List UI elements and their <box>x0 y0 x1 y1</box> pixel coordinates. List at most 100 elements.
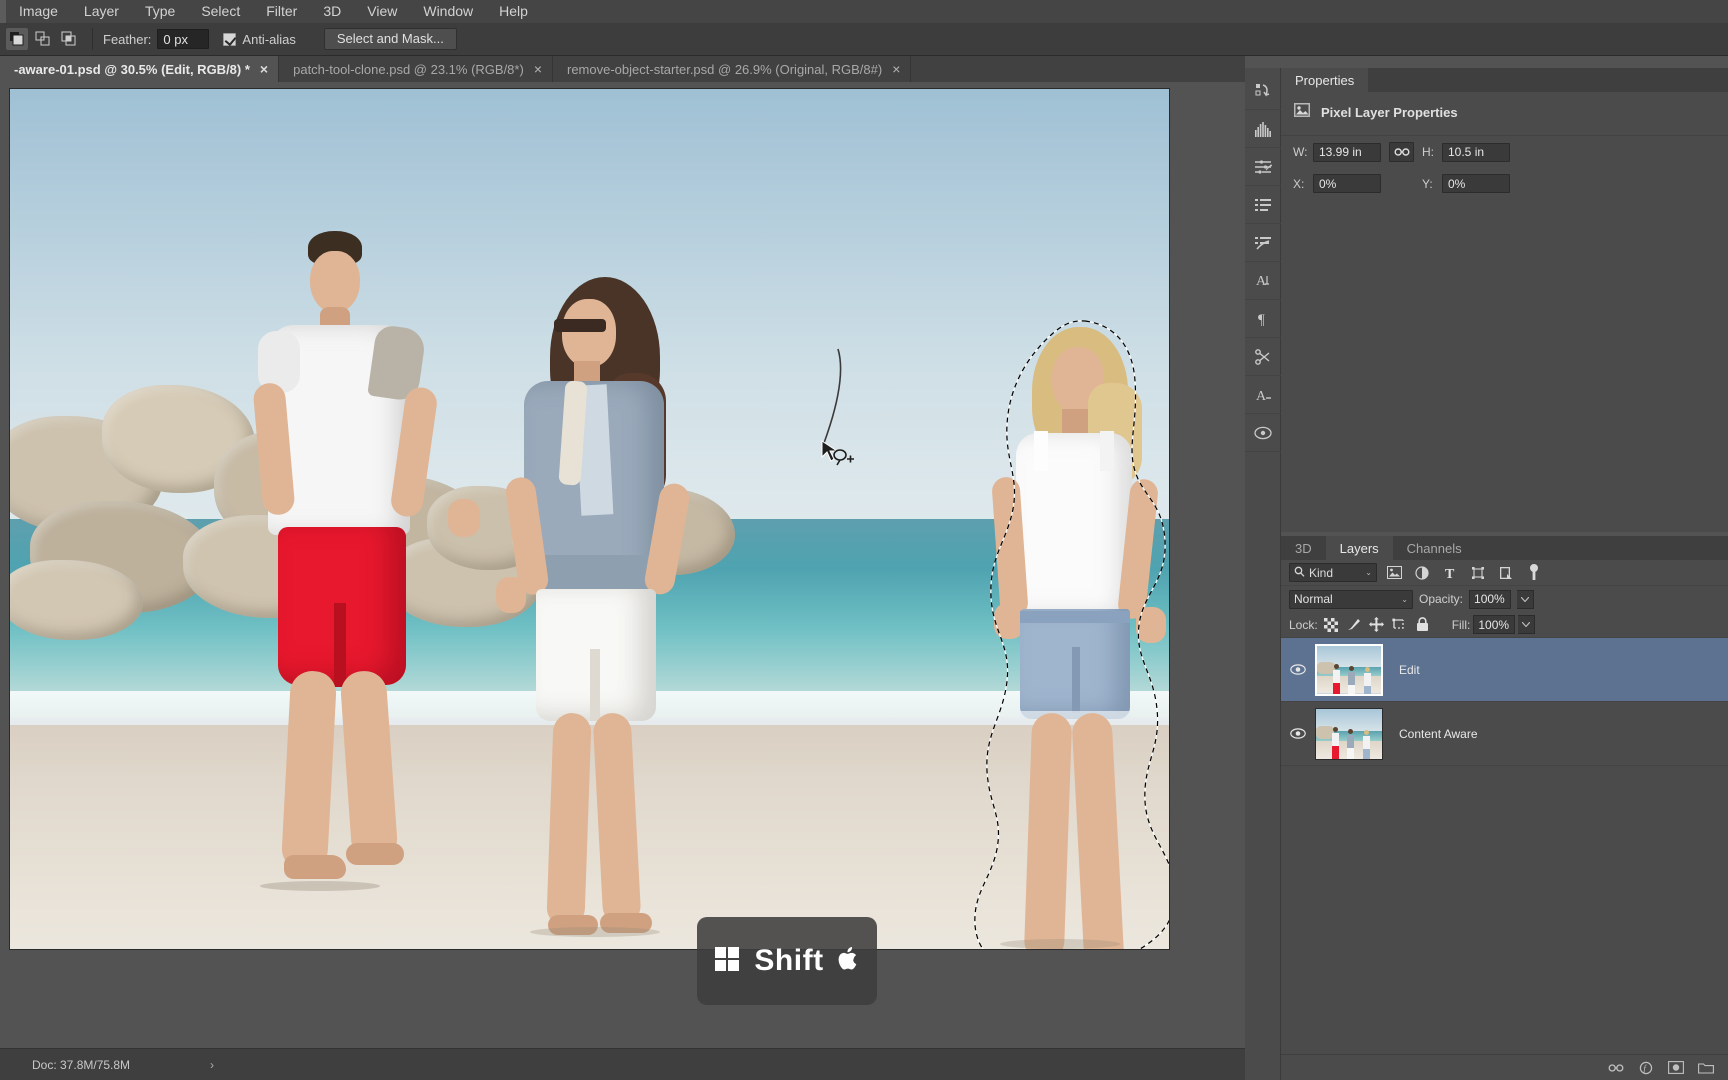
eye-icon <box>1290 664 1306 675</box>
filter-shape-icon[interactable] <box>1467 563 1489 583</box>
menu-item-image[interactable]: Image <box>6 0 71 23</box>
layer-row-content-aware[interactable]: Content Aware <box>1281 702 1728 766</box>
right-dock: A ¶ A « Properties <box>1245 56 1728 1080</box>
adjustments-icon[interactable] <box>1245 148 1281 186</box>
layer-row-edit[interactable]: Edit <box>1281 638 1728 702</box>
intersect-selection-icon[interactable] <box>58 28 80 50</box>
properties-title: Pixel Layer Properties <box>1321 105 1458 120</box>
paragraph-icon[interactable]: ¶ <box>1245 300 1281 338</box>
layer-thumbnail[interactable] <box>1315 643 1383 696</box>
tab-label: -aware-01.psd @ 30.5% (Edit, RGB/8) * <box>14 61 250 77</box>
y-input[interactable] <box>1442 174 1510 193</box>
lock-image-pixels-icon[interactable] <box>1344 615 1364 635</box>
character-icon[interactable]: A <box>1245 262 1281 300</box>
tab-channels[interactable]: Channels <box>1393 536 1476 560</box>
opacity-input[interactable] <box>1469 589 1512 609</box>
filter-type-icon[interactable]: T <box>1439 563 1461 583</box>
tab-layers[interactable]: Layers <box>1325 536 1393 560</box>
filter-smartobject-icon[interactable] <box>1495 563 1517 583</box>
select-and-mask-button[interactable]: Select and Mask... <box>323 28 457 50</box>
tab-3d[interactable]: 3D <box>1281 536 1326 560</box>
histogram-icon[interactable] <box>1245 110 1281 148</box>
panel-icon-rail: A ¶ A <box>1245 68 1281 1080</box>
document-tab-patch-tool-clone[interactable]: patch-tool-clone.psd @ 23.1% (RGB/8*) × <box>279 56 553 82</box>
properties-panel: Properties Pixel Layer Properties W: H: … <box>1281 68 1728 532</box>
width-input[interactable] <box>1313 142 1381 162</box>
actions-icon[interactable] <box>1245 338 1281 376</box>
lock-label: Lock: <box>1289 617 1318 632</box>
feather-label: Feather: <box>103 31 152 47</box>
document-tab-content-aware[interactable]: -aware-01.psd @ 30.5% (Edit, RGB/8) * × <box>0 56 280 82</box>
menu-item-layer[interactable]: Layer <box>71 0 132 23</box>
menu-item-help[interactable]: Help <box>486 0 541 23</box>
filter-toggle-icon[interactable] <box>1523 563 1545 583</box>
anti-alias-label: Anti-alias <box>242 31 296 47</box>
properties-panel-tabs: Properties <box>1281 68 1728 92</box>
height-input[interactable] <box>1442 142 1510 162</box>
anti-alias-checkbox[interactable]: Anti-alias <box>223 32 301 47</box>
tab-properties[interactable]: Properties <box>1281 68 1369 92</box>
width-label: W: <box>1293 145 1308 159</box>
layer-comps-icon[interactable] <box>1245 186 1281 224</box>
status-expand-icon[interactable]: › <box>210 1058 214 1072</box>
properties-icon[interactable] <box>1245 72 1281 110</box>
pixel-layer-icon <box>1293 102 1311 123</box>
status-bar: Doc: 37.8M/75.8M › <box>0 1048 1245 1080</box>
menu-item-3d[interactable]: 3D <box>310 0 354 23</box>
feather-input[interactable] <box>157 29 210 49</box>
link-chain-icon[interactable] <box>1389 142 1414 162</box>
fill-stepper-icon[interactable] <box>1518 615 1536 634</box>
layer-thumbnail[interactable] <box>1315 707 1383 760</box>
menu-item-window[interactable]: Window <box>410 0 486 23</box>
close-icon[interactable]: × <box>260 61 268 77</box>
eye-icon <box>1290 728 1306 739</box>
blend-mode-row: Normal ⌄ Opacity: <box>1281 586 1728 612</box>
close-icon[interactable]: × <box>892 61 900 77</box>
menu-item-select[interactable]: Select <box>188 0 253 23</box>
lock-all-icon[interactable] <box>1413 615 1433 635</box>
close-icon[interactable]: × <box>534 61 542 77</box>
layer-name[interactable]: Edit <box>1399 663 1420 677</box>
opacity-stepper-icon[interactable] <box>1517 589 1535 609</box>
fill-input[interactable] <box>1473 615 1516 634</box>
canvas-area[interactable]: Shift <box>0 82 1245 1048</box>
document-image[interactable] <box>9 88 1170 950</box>
new-selection-icon[interactable] <box>6 28 28 50</box>
layers-panel-footer: f <box>1281 1054 1728 1080</box>
layers-panel: 3D Layers Channels Kind ⌄ T Normal ⌄ Opa… <box>1281 536 1728 1080</box>
filter-kind-label: Kind <box>1309 565 1334 580</box>
lock-artboard-nesting-icon[interactable] <box>1390 615 1410 635</box>
layer-name[interactable]: Content Aware <box>1399 727 1478 741</box>
document-tab-remove-object-starter[interactable]: remove-object-starter.psd @ 26.9% (Origi… <box>553 56 912 82</box>
add-layer-mask-icon[interactable] <box>1668 1060 1684 1076</box>
layer-visibility-toggle[interactable] <box>1285 664 1311 675</box>
lock-position-icon[interactable] <box>1367 615 1387 635</box>
person-woman-center <box>496 277 720 949</box>
glyphs-icon[interactable]: A <box>1245 376 1281 414</box>
link-layers-icon[interactable] <box>1608 1060 1624 1076</box>
menu-item-type[interactable]: Type <box>132 0 188 23</box>
tab-label: remove-object-starter.psd @ 26.9% (Origi… <box>567 61 883 77</box>
menu-item-filter[interactable]: Filter <box>253 0 310 23</box>
filter-pixel-icon[interactable] <box>1383 563 1405 583</box>
selection-mode-group <box>4 28 82 50</box>
options-divider <box>92 28 93 50</box>
filter-adjustment-icon[interactable] <box>1411 563 1433 583</box>
new-group-icon[interactable] <box>1698 1060 1714 1076</box>
styles-icon[interactable] <box>1245 414 1281 452</box>
filter-kind-select[interactable]: Kind ⌄ <box>1289 563 1377 582</box>
lock-transparent-pixels-icon[interactable] <box>1321 615 1341 635</box>
add-layer-style-icon[interactable]: f <box>1638 1060 1654 1076</box>
info-icon[interactable] <box>1245 224 1281 262</box>
x-input[interactable] <box>1313 174 1381 193</box>
add-to-selection-icon[interactable] <box>32 28 54 50</box>
height-label: H: <box>1422 145 1434 159</box>
key-press-overlay: Shift <box>697 917 877 1005</box>
menu-item-view[interactable]: View <box>354 0 410 23</box>
layer-visibility-toggle[interactable] <box>1285 728 1311 739</box>
checkbox-icon <box>223 32 237 46</box>
blend-mode-select[interactable]: Normal ⌄ <box>1289 589 1413 609</box>
fill-label: Fill: <box>1451 617 1471 632</box>
opacity-label: Opacity: <box>1419 592 1464 606</box>
svg-text:A: A <box>1256 274 1267 289</box>
